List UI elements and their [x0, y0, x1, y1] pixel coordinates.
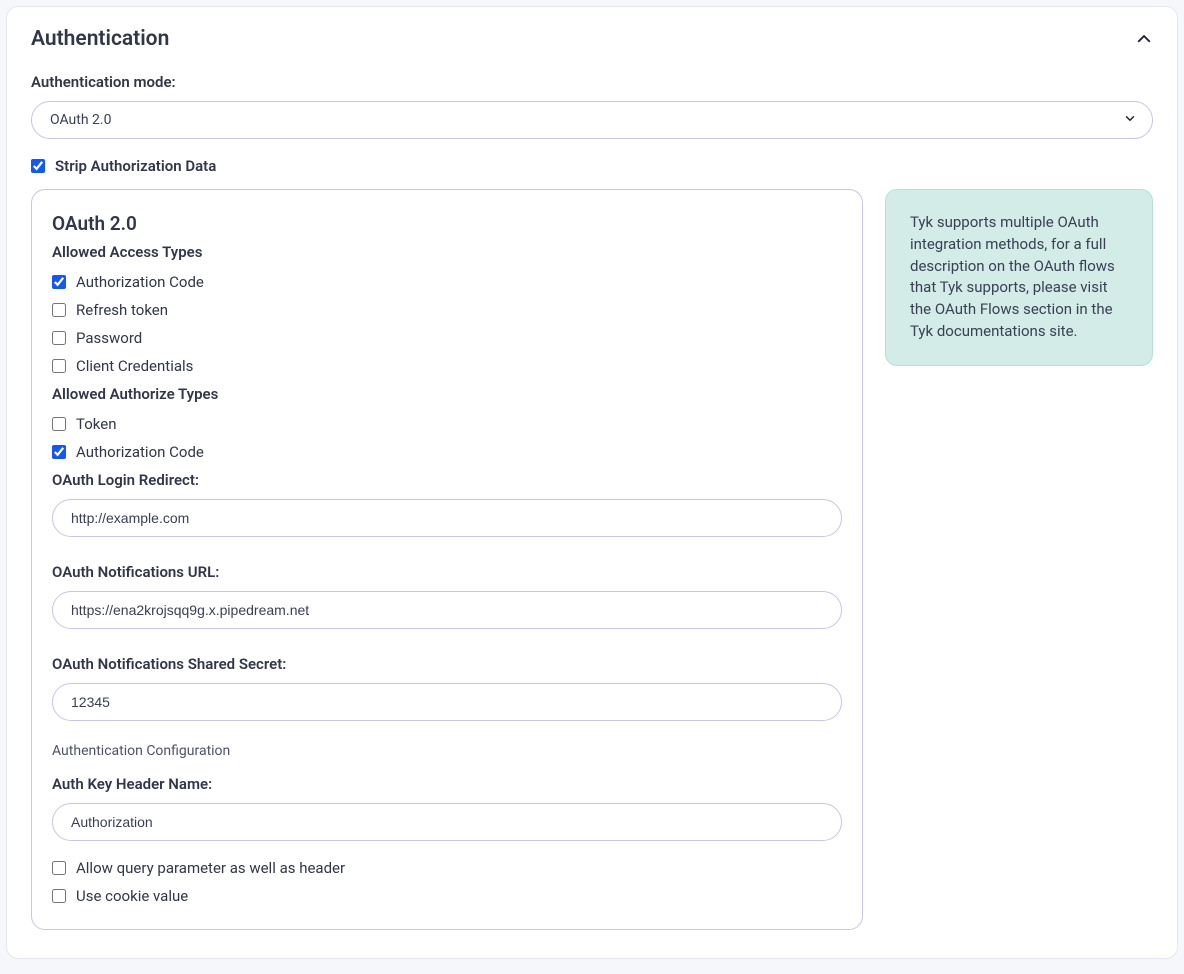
- login-redirect-label: OAuth Login Redirect:: [52, 471, 842, 489]
- access-refresh[interactable]: Refresh token: [52, 301, 842, 319]
- allow-query-label: Allow query parameter as well as header: [76, 859, 345, 877]
- card-header: Authentication: [31, 27, 1153, 51]
- access-refresh-label: Refresh token: [76, 301, 168, 319]
- authorize-types-list: Token Authorization Code: [52, 415, 842, 461]
- collapse-toggle[interactable]: [1135, 30, 1153, 48]
- auth-card: Authentication Authentication mode: OAut…: [6, 6, 1178, 959]
- info-body: Tyk supports multiple OAuth integration …: [910, 213, 1115, 340]
- oauth-panel: OAuth 2.0 Allowed Access Types Authoriza…: [31, 189, 863, 930]
- notifications-secret-label: OAuth Notifications Shared Secret:: [52, 655, 842, 673]
- login-redirect-input[interactable]: [52, 499, 842, 537]
- access-auth-code[interactable]: Authorization Code: [52, 273, 842, 291]
- use-cookie-row[interactable]: Use cookie value: [52, 887, 842, 905]
- authorize-auth-code[interactable]: Authorization Code: [52, 443, 842, 461]
- allowed-authorize-label: Allowed Authorize Types: [52, 385, 842, 403]
- use-cookie-label: Use cookie value: [76, 887, 188, 905]
- notifications-url-label: OAuth Notifications URL:: [52, 563, 842, 581]
- access-types-list: Authorization Code Refresh token Passwor…: [52, 273, 842, 375]
- use-cookie-checkbox[interactable]: [52, 889, 66, 903]
- access-client-cred[interactable]: Client Credentials: [52, 357, 842, 375]
- access-auth-code-checkbox[interactable]: [52, 275, 66, 289]
- authorize-auth-code-checkbox[interactable]: [52, 445, 66, 459]
- access-client-cred-label: Client Credentials: [76, 357, 193, 375]
- oauth-title: OAuth 2.0: [52, 212, 842, 235]
- chevron-up-icon: [1135, 30, 1153, 48]
- auth-config-heading: Authentication Configuration: [52, 743, 842, 759]
- allow-query-checkbox[interactable]: [52, 861, 66, 875]
- authorize-auth-code-label: Authorization Code: [76, 443, 204, 461]
- access-password[interactable]: Password: [52, 329, 842, 347]
- access-password-checkbox[interactable]: [52, 331, 66, 345]
- strip-auth-row: Strip Authorization Data: [31, 157, 1153, 175]
- auth-key-header-input[interactable]: [52, 803, 842, 841]
- allow-query-row[interactable]: Allow query parameter as well as header: [52, 859, 842, 877]
- authorize-token[interactable]: Token: [52, 415, 842, 433]
- access-client-cred-checkbox[interactable]: [52, 359, 66, 373]
- authorize-token-label: Token: [76, 415, 116, 433]
- mode-label: Authentication mode:: [31, 73, 1153, 91]
- card-title: Authentication: [31, 27, 169, 51]
- info-box: Tyk supports multiple OAuth integration …: [885, 189, 1153, 366]
- authorize-token-checkbox[interactable]: [52, 417, 66, 431]
- mode-select[interactable]: OAuth 2.0: [31, 101, 1153, 139]
- auth-key-header-label: Auth Key Header Name:: [52, 775, 842, 793]
- mode-value: OAuth 2.0: [50, 112, 111, 128]
- access-refresh-checkbox[interactable]: [52, 303, 66, 317]
- notifications-secret-input[interactable]: [52, 683, 842, 721]
- notifications-url-input[interactable]: [52, 591, 842, 629]
- strip-auth-checkbox[interactable]: [31, 159, 45, 173]
- access-password-label: Password: [76, 329, 142, 347]
- access-auth-code-label: Authorization Code: [76, 273, 204, 291]
- allowed-access-label: Allowed Access Types: [52, 243, 842, 261]
- strip-auth-label: Strip Authorization Data: [55, 157, 216, 175]
